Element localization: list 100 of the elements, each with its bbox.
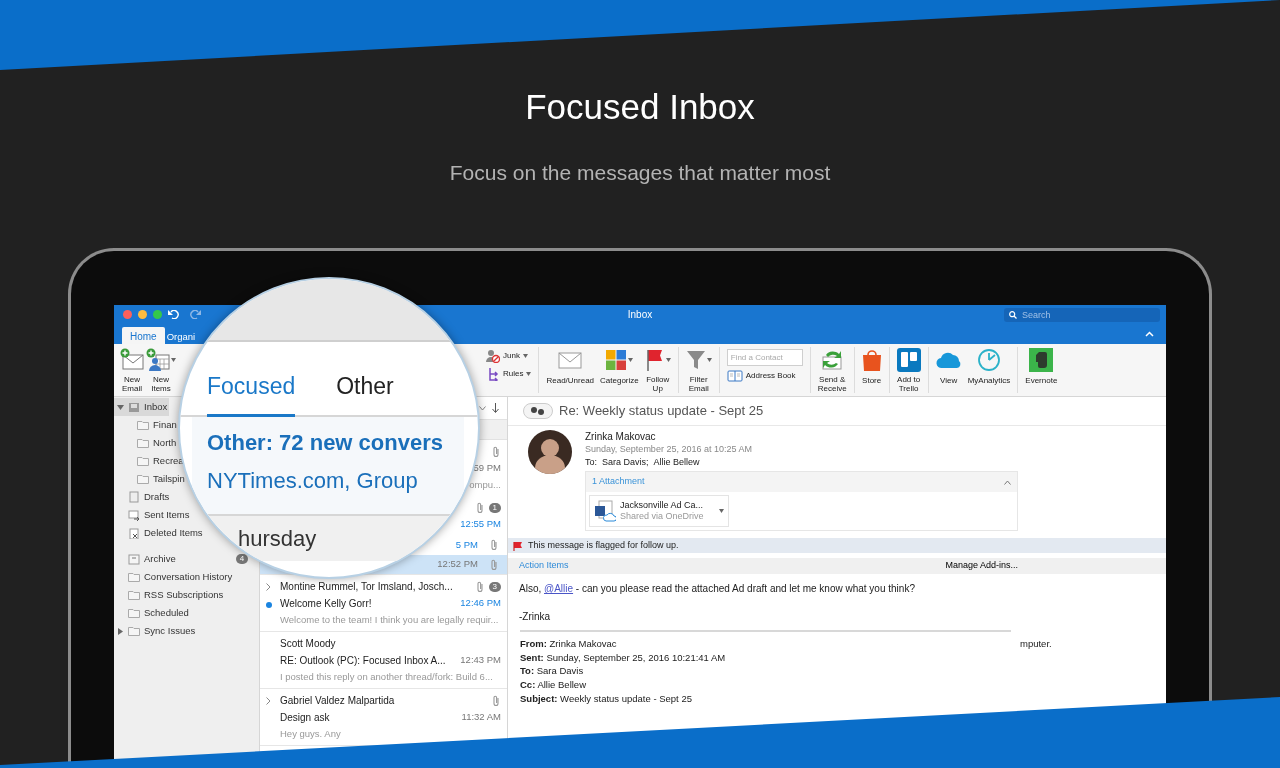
minimize-button[interactable] bbox=[138, 310, 147, 319]
quoted-header-line: From: Zrinka Makovac bbox=[520, 637, 618, 651]
message-subject: Welcome Kelly Gorr! bbox=[280, 598, 372, 609]
redo-icon[interactable] bbox=[190, 310, 201, 319]
other-senders: NYTimes.com, Group bbox=[207, 467, 419, 495]
ribbon-button[interactable]: Address Book bbox=[726, 370, 803, 382]
search-field[interactable]: Search bbox=[1004, 307, 1160, 322]
subheadline: Focus on the messages that matter most bbox=[449, 160, 831, 186]
ribbon-tab[interactable]: Organi bbox=[164, 327, 196, 344]
ribbon-button[interactable]: Add to Trello bbox=[896, 347, 921, 393]
document-icon bbox=[128, 491, 140, 503]
folder-item[interactable]: Inbox bbox=[114, 398, 170, 416]
expanded-arrow-icon[interactable] bbox=[117, 403, 124, 411]
folder-item[interactable]: Conversation History bbox=[114, 568, 235, 586]
sender-name: Zrinka Makovac bbox=[585, 430, 657, 443]
folder-item[interactable]: Drafts bbox=[114, 488, 172, 506]
folder-item[interactable]: RSS Subscriptions bbox=[114, 586, 226, 604]
folder-icon bbox=[137, 419, 149, 431]
attachment-card[interactable]: Jacksonville Ad Ca... Shared via OneDrive bbox=[589, 495, 729, 527]
avatar bbox=[528, 430, 572, 474]
ribbon-button[interactable]: Rules bbox=[486, 367, 532, 381]
envelope-icon bbox=[558, 350, 583, 370]
mention-link[interactable]: @Allie bbox=[544, 583, 574, 594]
folder-item[interactable]: Tailspin bbox=[114, 470, 187, 488]
other-summary: Other: 72 new convers bbox=[207, 429, 444, 457]
folder-icon bbox=[128, 589, 140, 601]
trash-icon bbox=[128, 527, 140, 539]
ribbon-button[interactable]: Junk bbox=[486, 349, 532, 363]
caret-icon bbox=[719, 509, 724, 513]
funnel-icon bbox=[685, 348, 706, 371]
board-icon bbox=[896, 347, 921, 372]
ribbon-button[interactable]: MyAnalytics bbox=[967, 347, 1011, 393]
collapsed-arrow-icon[interactable] bbox=[117, 627, 124, 635]
message-item[interactable]: 59 PM ompu... bbox=[465, 440, 507, 496]
expand-chevron-icon[interactable] bbox=[266, 697, 271, 705]
chevron-up-icon[interactable] bbox=[1004, 479, 1011, 485]
folder-item[interactable]: Finan bbox=[114, 416, 179, 434]
headline: Focused Inbox bbox=[525, 86, 755, 128]
expand-chevron-icon[interactable] bbox=[266, 583, 271, 591]
ribbon-button[interactable]: New Email bbox=[120, 347, 144, 393]
message-item[interactable]: Scott Moody RE: Outlook (PC): Focused Inbox A... 12:43 PM I posted this reply on another thread/fork: Build 6... bbox=[260, 632, 507, 689]
sort-arrow-icon[interactable] bbox=[492, 403, 499, 413]
folder-item[interactable]: Sync Issues bbox=[114, 622, 198, 640]
search-icon bbox=[1009, 310, 1017, 319]
ribbon-button[interactable]: Follow Up bbox=[644, 347, 671, 393]
zoom-button[interactable] bbox=[153, 310, 162, 319]
ribbon-button[interactable]: Read/Unread bbox=[546, 347, 595, 393]
message-preview: Hey guys. Any bbox=[280, 727, 341, 742]
attachment-name: Jacksonville Ad Ca... bbox=[620, 500, 704, 511]
quoted-text: mputer. bbox=[1020, 637, 1053, 651]
ribbon-tab[interactable]: Home bbox=[122, 327, 165, 344]
folder-icon bbox=[128, 607, 140, 619]
folder-item[interactable]: North bbox=[114, 434, 179, 452]
folder-item[interactable]: Recrea bbox=[114, 452, 186, 470]
ribbon-button[interactable]: Send & Receive bbox=[817, 347, 847, 393]
clock-icon bbox=[977, 348, 1001, 372]
quoted-header-line: Subject: Weekly status update - Sept 25 bbox=[520, 691, 693, 706]
sent-icon bbox=[128, 509, 140, 521]
ribbon-button[interactable]: Filter Email bbox=[685, 347, 712, 393]
folder-icon bbox=[137, 455, 149, 467]
message-time: 12:55 PM bbox=[460, 517, 501, 532]
manage-addins-button[interactable]: Manage Add-ins... bbox=[945, 559, 1018, 573]
folder-icon bbox=[137, 473, 149, 485]
collapse-icon[interactable] bbox=[1145, 331, 1154, 337]
folder-item[interactable]: Scheduled bbox=[114, 604, 191, 622]
thread-count: 3 bbox=[488, 581, 501, 592]
message-subject: Re: Weekly status update - Sept 25 bbox=[559, 402, 764, 421]
folder-item[interactable]: Deleted Items bbox=[114, 524, 205, 542]
message-time: 12:52 PM bbox=[437, 557, 478, 572]
ribbon-button[interactable]: Evernote bbox=[1025, 347, 1058, 393]
thread-item[interactable]: 5 PM bbox=[451, 535, 507, 555]
signature: -Zrinka bbox=[519, 610, 552, 624]
message-time: 12:46 PM bbox=[460, 596, 501, 611]
ribbon-button[interactable]: Categorize bbox=[600, 347, 639, 393]
address-book-icon bbox=[726, 370, 743, 382]
inbox-tab[interactable]: Other bbox=[336, 372, 394, 417]
message-time: 59 PM bbox=[473, 461, 501, 476]
chevron-down-icon[interactable] bbox=[479, 405, 486, 411]
undo-icon[interactable] bbox=[168, 310, 179, 319]
ribbon-button[interactable]: New Items bbox=[146, 347, 176, 393]
ribbon-button[interactable]: Store bbox=[861, 347, 882, 393]
shopping-bag-icon bbox=[861, 348, 882, 372]
message-time: 12:43 PM bbox=[460, 653, 501, 668]
ribbon-button[interactable]: View bbox=[935, 347, 962, 393]
other-banner[interactable]: Other: 72 new convers NYTimes.com, Group bbox=[192, 417, 464, 516]
unread-count: 4 bbox=[235, 554, 249, 564]
inbox-icon bbox=[128, 401, 140, 413]
sent-date: Sunday, September 25, 2016 at 10:25 AM bbox=[585, 443, 753, 456]
folder-item[interactable]: Sent Items bbox=[114, 506, 192, 524]
body-text: Also, @Allie - can you please read the attached Ad draft and let me know what you think? bbox=[519, 582, 916, 596]
quoted-header-line: To: Sara Davis bbox=[520, 664, 585, 679]
recipient-name: Sara Davis; bbox=[602, 456, 649, 469]
new-items-icon bbox=[146, 347, 170, 372]
contact-search-field[interactable]: Find a Contact bbox=[726, 349, 803, 366]
flag-icon bbox=[513, 540, 523, 551]
folder-item[interactable]: Archive 4 bbox=[114, 550, 251, 568]
recipients-label: To: bbox=[585, 456, 597, 469]
conversation-icon[interactable] bbox=[523, 403, 553, 419]
rules-icon bbox=[486, 367, 500, 381]
cloud-icon bbox=[935, 351, 962, 369]
